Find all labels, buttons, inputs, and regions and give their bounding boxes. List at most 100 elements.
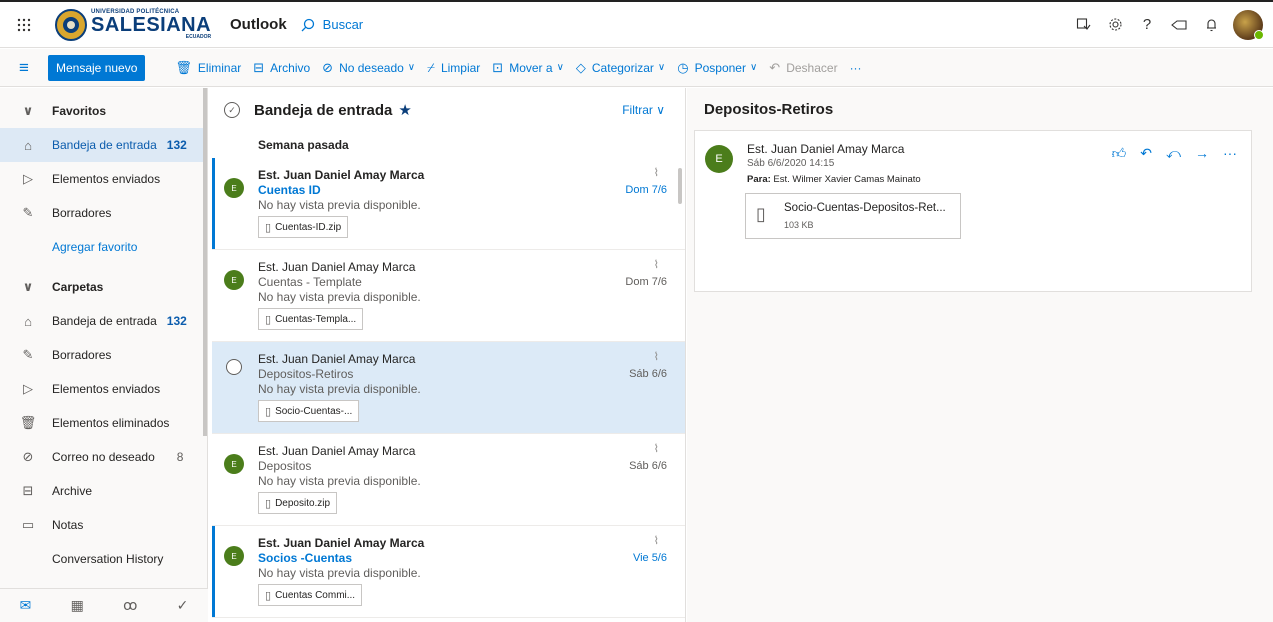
clock-icon: ◷ [677, 59, 689, 75]
sender-avatar[interactable]: E [705, 145, 733, 173]
sender-name[interactable]: Est. Juan Daniel Amay Marca [747, 142, 904, 156]
attachment-chip[interactable]: ▯ Cuentas Commi... [258, 584, 363, 606]
sender-avatar: E [224, 454, 244, 474]
logo-main-text: SALESIANA [91, 14, 212, 36]
select-all-check-icon[interactable]: ✓ [224, 102, 240, 118]
tasks-check-icon[interactable]: ✓ [177, 597, 189, 614]
paperclip-icon: ⌇ [653, 167, 659, 179]
university-crest-icon [55, 8, 87, 41]
sent-item[interactable]: ▷ Elementos enviados [0, 372, 207, 406]
calendar-icon[interactable]: ▦ [71, 597, 84, 614]
teams-icon[interactable] [1067, 9, 1099, 41]
attachment-size: 103 KB [784, 220, 814, 230]
recipient-name[interactable]: Est. Wilmer Xavier Camas Mainato [773, 174, 920, 185]
fav-inbox-item[interactable]: ⌂ Bandeja de entrada 132 [0, 128, 207, 162]
folders-header[interactable]: ∨ Carpetas [0, 270, 207, 304]
mail-preview: No hay vista previa disponible. [258, 382, 421, 396]
add-favorite-link[interactable]: Agregar favorito [0, 230, 207, 264]
hamburger-menu-icon[interactable]: ≡ [0, 58, 48, 78]
archive-button[interactable]: ⊟ Archivo [253, 60, 310, 76]
attachment-chip[interactable]: ▯ Cuentas-Templa... [258, 308, 364, 330]
archive-item[interactable]: ⊟ Archive [0, 474, 207, 508]
mail-icon[interactable]: ✉ [20, 597, 32, 614]
attachment-card[interactable]: ▯ Socio-Cuentas-Depositos-Ret... 103 KB [745, 193, 961, 239]
university-logo[interactable]: UNIVERSIDAD POLITÉCNICA SALESIANA ECUADO… [54, 5, 214, 45]
send-icon: ▷ [23, 171, 33, 186]
mail-date: Sáb 6/6 [629, 368, 667, 380]
app-name[interactable]: Outlook [230, 16, 287, 33]
notifications-bell-icon[interactable] [1195, 9, 1227, 41]
move-to-button[interactable]: ⊡ Mover a ∨ [492, 60, 564, 76]
message-list-header: ✓ Bandeja de entrada ★ Filtrar ∨ [212, 88, 685, 132]
reply-icon[interactable]: ↶ [1140, 145, 1152, 162]
select-radio[interactable] [226, 359, 242, 375]
reading-subject: Depositos-Retiros [704, 100, 834, 118]
settings-gear-icon[interactable] [1099, 9, 1131, 41]
inbox-item[interactable]: ⌂ Bandeja de entrada 132 [0, 304, 207, 338]
notes-item[interactable]: ▭ Notas [0, 508, 207, 542]
forward-icon[interactable]: → [1195, 145, 1209, 162]
attachment-chip[interactable]: ▯ Deposito.zip [258, 492, 338, 514]
new-message-button[interactable]: Mensaje nuevo [48, 54, 146, 81]
attachment-name: Cuentas Commi... [275, 589, 356, 601]
mail-item[interactable]: E Est. Juan Daniel Amay Marca Depositos … [212, 434, 685, 526]
notes-label: Notas [52, 518, 84, 532]
mail-item-selected[interactable]: Est. Juan Daniel Amay Marca Depositos-Re… [212, 342, 685, 434]
filter-button[interactable]: Filtrar ∨ [622, 103, 665, 117]
deleted-item[interactable]: 🗑 Elementos eliminados [0, 406, 207, 440]
attachment-chip[interactable]: ▯ Cuentas-ID.zip [258, 216, 349, 238]
fav-drafts-item[interactable]: ✎ Borradores [0, 196, 207, 230]
logo-sub-text: ECUADOR [185, 34, 212, 40]
zip-file-icon: ▯ [265, 313, 272, 326]
trash-icon: 🗑 [175, 59, 192, 75]
search-box[interactable]: Buscar [301, 17, 363, 32]
categorize-button[interactable]: ◇ Categorizar ∨ [576, 60, 665, 76]
sweep-button[interactable]: ⌿ Limpiar [427, 60, 480, 76]
mail-preview: No hay vista previa disponible. [258, 566, 421, 580]
attachment-name: Cuentas-ID.zip [275, 221, 342, 233]
people-icon[interactable]: ꝏ [123, 597, 137, 614]
reply-all-icon[interactable]: ⤺ [1166, 145, 1181, 162]
paperclip-icon: ⌇ [653, 259, 659, 271]
favorites-header[interactable]: ∨ Favoritos [0, 94, 207, 128]
zip-file-icon: ▯ [265, 589, 272, 602]
chevron-down-icon: ∨ [749, 62, 758, 73]
delete-button[interactable]: 🗑 Eliminar [175, 60, 241, 76]
attachment-chip[interactable]: ▯ Socio-Cuentas-... [258, 400, 360, 422]
more-icon[interactable]: ··· [1223, 145, 1237, 162]
drafts-item[interactable]: ✎ Borradores [0, 338, 207, 372]
feedback-icon[interactable] [1163, 9, 1195, 41]
pencil-icon: ✎ [22, 347, 34, 362]
conversation-history-item[interactable]: Conversation History [0, 542, 207, 576]
junk-button[interactable]: ⊘ No deseado ∨ [322, 60, 415, 76]
folder-pane-scrollbar[interactable] [203, 88, 207, 436]
mail-item[interactable]: E Est. Juan Daniel Amay Marca Socios -Cu… [212, 526, 685, 618]
group-header: Semana pasada [258, 138, 349, 152]
favorite-star-icon[interactable]: ★ [398, 101, 411, 119]
fav-inbox-count: 132 [166, 138, 187, 152]
mail-subject: Socios -Cuentas [258, 551, 353, 565]
junk-item[interactable]: ⊘ Correo no deseado 8 [0, 440, 207, 474]
archive-label: Archivo [270, 60, 311, 75]
user-avatar[interactable] [1233, 9, 1264, 40]
like-icon[interactable]: 👍︎ [1112, 145, 1127, 162]
undo-button[interactable]: ↶ Deshacer [769, 60, 837, 76]
mail-item[interactable]: E Est. Juan Daniel Amay Marca Cuentas ID… [212, 158, 685, 250]
folder-pane: ∨ Favoritos ⌂ Bandeja de entrada 132 ▷ Eleme… [0, 88, 208, 622]
more-actions-button[interactable]: ··· [850, 61, 862, 75]
block-icon: ⊘ [322, 59, 334, 75]
chevron-down-icon: ∨ [22, 103, 34, 118]
note-icon: ▭ [21, 517, 35, 532]
app-launcher-icon[interactable] [0, 2, 48, 48]
chevron-down-icon: ∨ [22, 279, 34, 294]
inbox-label: Bandeja de entrada [52, 314, 157, 328]
mail-item[interactable]: E Est. Juan Daniel Amay Marca Cuentas - … [212, 250, 685, 342]
inbox-icon: ⌂ [24, 313, 32, 329]
favorites-label: Favoritos [52, 104, 107, 118]
snooze-button[interactable]: ◷ Posponer ∨ [677, 60, 757, 76]
mail-preview: No hay vista previa disponible. [258, 474, 421, 488]
fav-sent-item[interactable]: ▷ Elementos enviados [0, 162, 207, 196]
drafts-label: Borradores [52, 348, 112, 362]
help-icon[interactable]: ? [1131, 9, 1163, 41]
mail-date: Dom 7/6 [625, 276, 667, 288]
